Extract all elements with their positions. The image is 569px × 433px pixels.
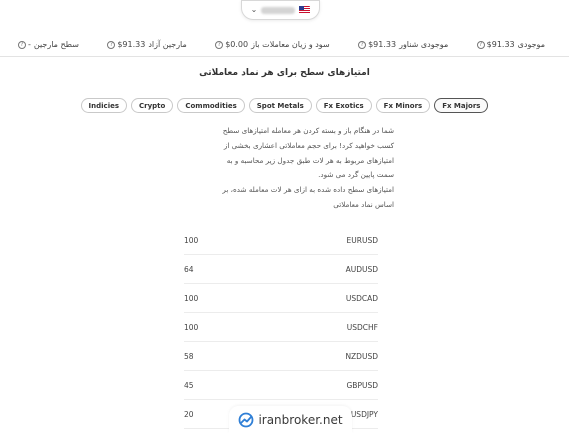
- tab-fx-exotics[interactable]: Fx Exotics: [315, 98, 372, 113]
- info-icon[interactable]: ?: [476, 40, 485, 49]
- iranbroker-logo-icon: [239, 412, 254, 427]
- description-line: سمت پایین گرد می شود.: [318, 170, 394, 180]
- stat-value: $91.33: [368, 40, 397, 49]
- watermark-text: iranbroker.net: [258, 412, 343, 427]
- table-row: 58 NZDUSD: [184, 342, 378, 371]
- points-cell: 45: [184, 380, 194, 390]
- stat-equity: موجودی شناور ? $91.33: [358, 40, 448, 49]
- table-row: 45 GBPUSD: [184, 371, 378, 400]
- stat-label: موجودی شناور: [399, 40, 449, 49]
- page-title: امتیازهای سطح برای هر نماد معاملاتی: [199, 68, 370, 78]
- points-cell: 100: [184, 293, 199, 303]
- stat-balance: موجودی ? $91.33: [476, 40, 545, 49]
- stat-label: سود و زیان معاملات باز: [251, 40, 330, 49]
- category-tabs: Indicies Crypto Commodities Spot Metals …: [0, 98, 569, 113]
- tab-indicies[interactable]: Indicies: [80, 98, 128, 113]
- info-icon[interactable]: ?: [358, 40, 367, 49]
- symbol-cell: NZDUSD: [345, 351, 378, 361]
- points-cell: 64: [184, 264, 194, 274]
- symbol-cell: USDCHF: [346, 322, 378, 332]
- stat-label: مارجین آزاد: [148, 40, 187, 49]
- stat-margin-level: سطح مارجین ? -: [18, 40, 79, 49]
- description-line: امتیازهای مربوط به هر لات طبق جدول زیر م…: [226, 155, 394, 165]
- info-icon[interactable]: ?: [215, 40, 224, 49]
- stat-value: $0.00: [225, 40, 249, 49]
- table-row: 100 USDCHF: [184, 313, 378, 342]
- tab-commodities[interactable]: Commodities: [177, 98, 245, 113]
- symbol-cell: USDCAD: [345, 293, 378, 303]
- points-table: 100 EURUSD 64 AUDUSD 100 USDCAD 100 USDC…: [184, 226, 378, 429]
- tab-fx-majors[interactable]: Fx Majors: [434, 98, 489, 113]
- symbol-cell: USDJPY: [350, 409, 378, 419]
- stat-value: $91.33: [486, 40, 515, 49]
- stat-value: $91.33: [117, 40, 146, 49]
- points-cell: 100: [184, 322, 199, 332]
- info-icon[interactable]: ?: [107, 40, 116, 49]
- watermark: iranbroker.net: [229, 406, 352, 433]
- stat-label: سطح مارجین: [33, 40, 79, 49]
- table-row: 64 AUDUSD: [184, 255, 378, 284]
- symbol-cell: GBPUSD: [346, 380, 378, 390]
- symbol-cell: AUDUSD: [345, 264, 378, 274]
- table-row: 100 EURUSD: [184, 226, 378, 255]
- points-cell: 58: [184, 351, 194, 361]
- us-flag-icon: [299, 6, 311, 14]
- account-selector[interactable]: ⌄: [241, 0, 320, 20]
- description-line: شما در هنگام باز و بسته کردن هر معامله ا…: [222, 126, 394, 135]
- chevron-down-icon: ⌄: [250, 5, 258, 14]
- account-name-blurred: [261, 6, 296, 14]
- info-icon[interactable]: ?: [18, 40, 26, 49]
- tab-fx-minors[interactable]: Fx Minors: [375, 98, 431, 113]
- symbol-cell: EURUSD: [346, 235, 378, 245]
- stat-label: موجودی: [517, 40, 545, 49]
- account-stats-bar: موجودی ? $91.33 موجودی شناور ? $91.33 سود …: [0, 33, 569, 57]
- table-row: 100 USDCAD: [184, 284, 378, 313]
- description: شما در هنگام باز و بسته کردن هر معامله ا…: [184, 124, 394, 213]
- stat-free-margin: مارجین آزاد ? $91.33: [107, 40, 187, 49]
- points-cell: 100: [184, 235, 199, 245]
- points-cell: 20: [184, 409, 194, 419]
- stat-value: -: [28, 40, 31, 49]
- tab-crypto[interactable]: Crypto: [131, 98, 174, 113]
- description-line: اساس نماد معاملاتی: [333, 199, 394, 209]
- description-line: امتیازهای سطح داده شده به ازای هر لات مع…: [222, 185, 394, 195]
- description-line: کسب خواهید کرد! برای حجم معاملاتی اعشاری…: [223, 140, 394, 150]
- stat-open-pnl: سود و زیان معاملات باز ? $0.00: [215, 40, 330, 49]
- tab-spot-metals[interactable]: Spot Metals: [248, 98, 312, 113]
